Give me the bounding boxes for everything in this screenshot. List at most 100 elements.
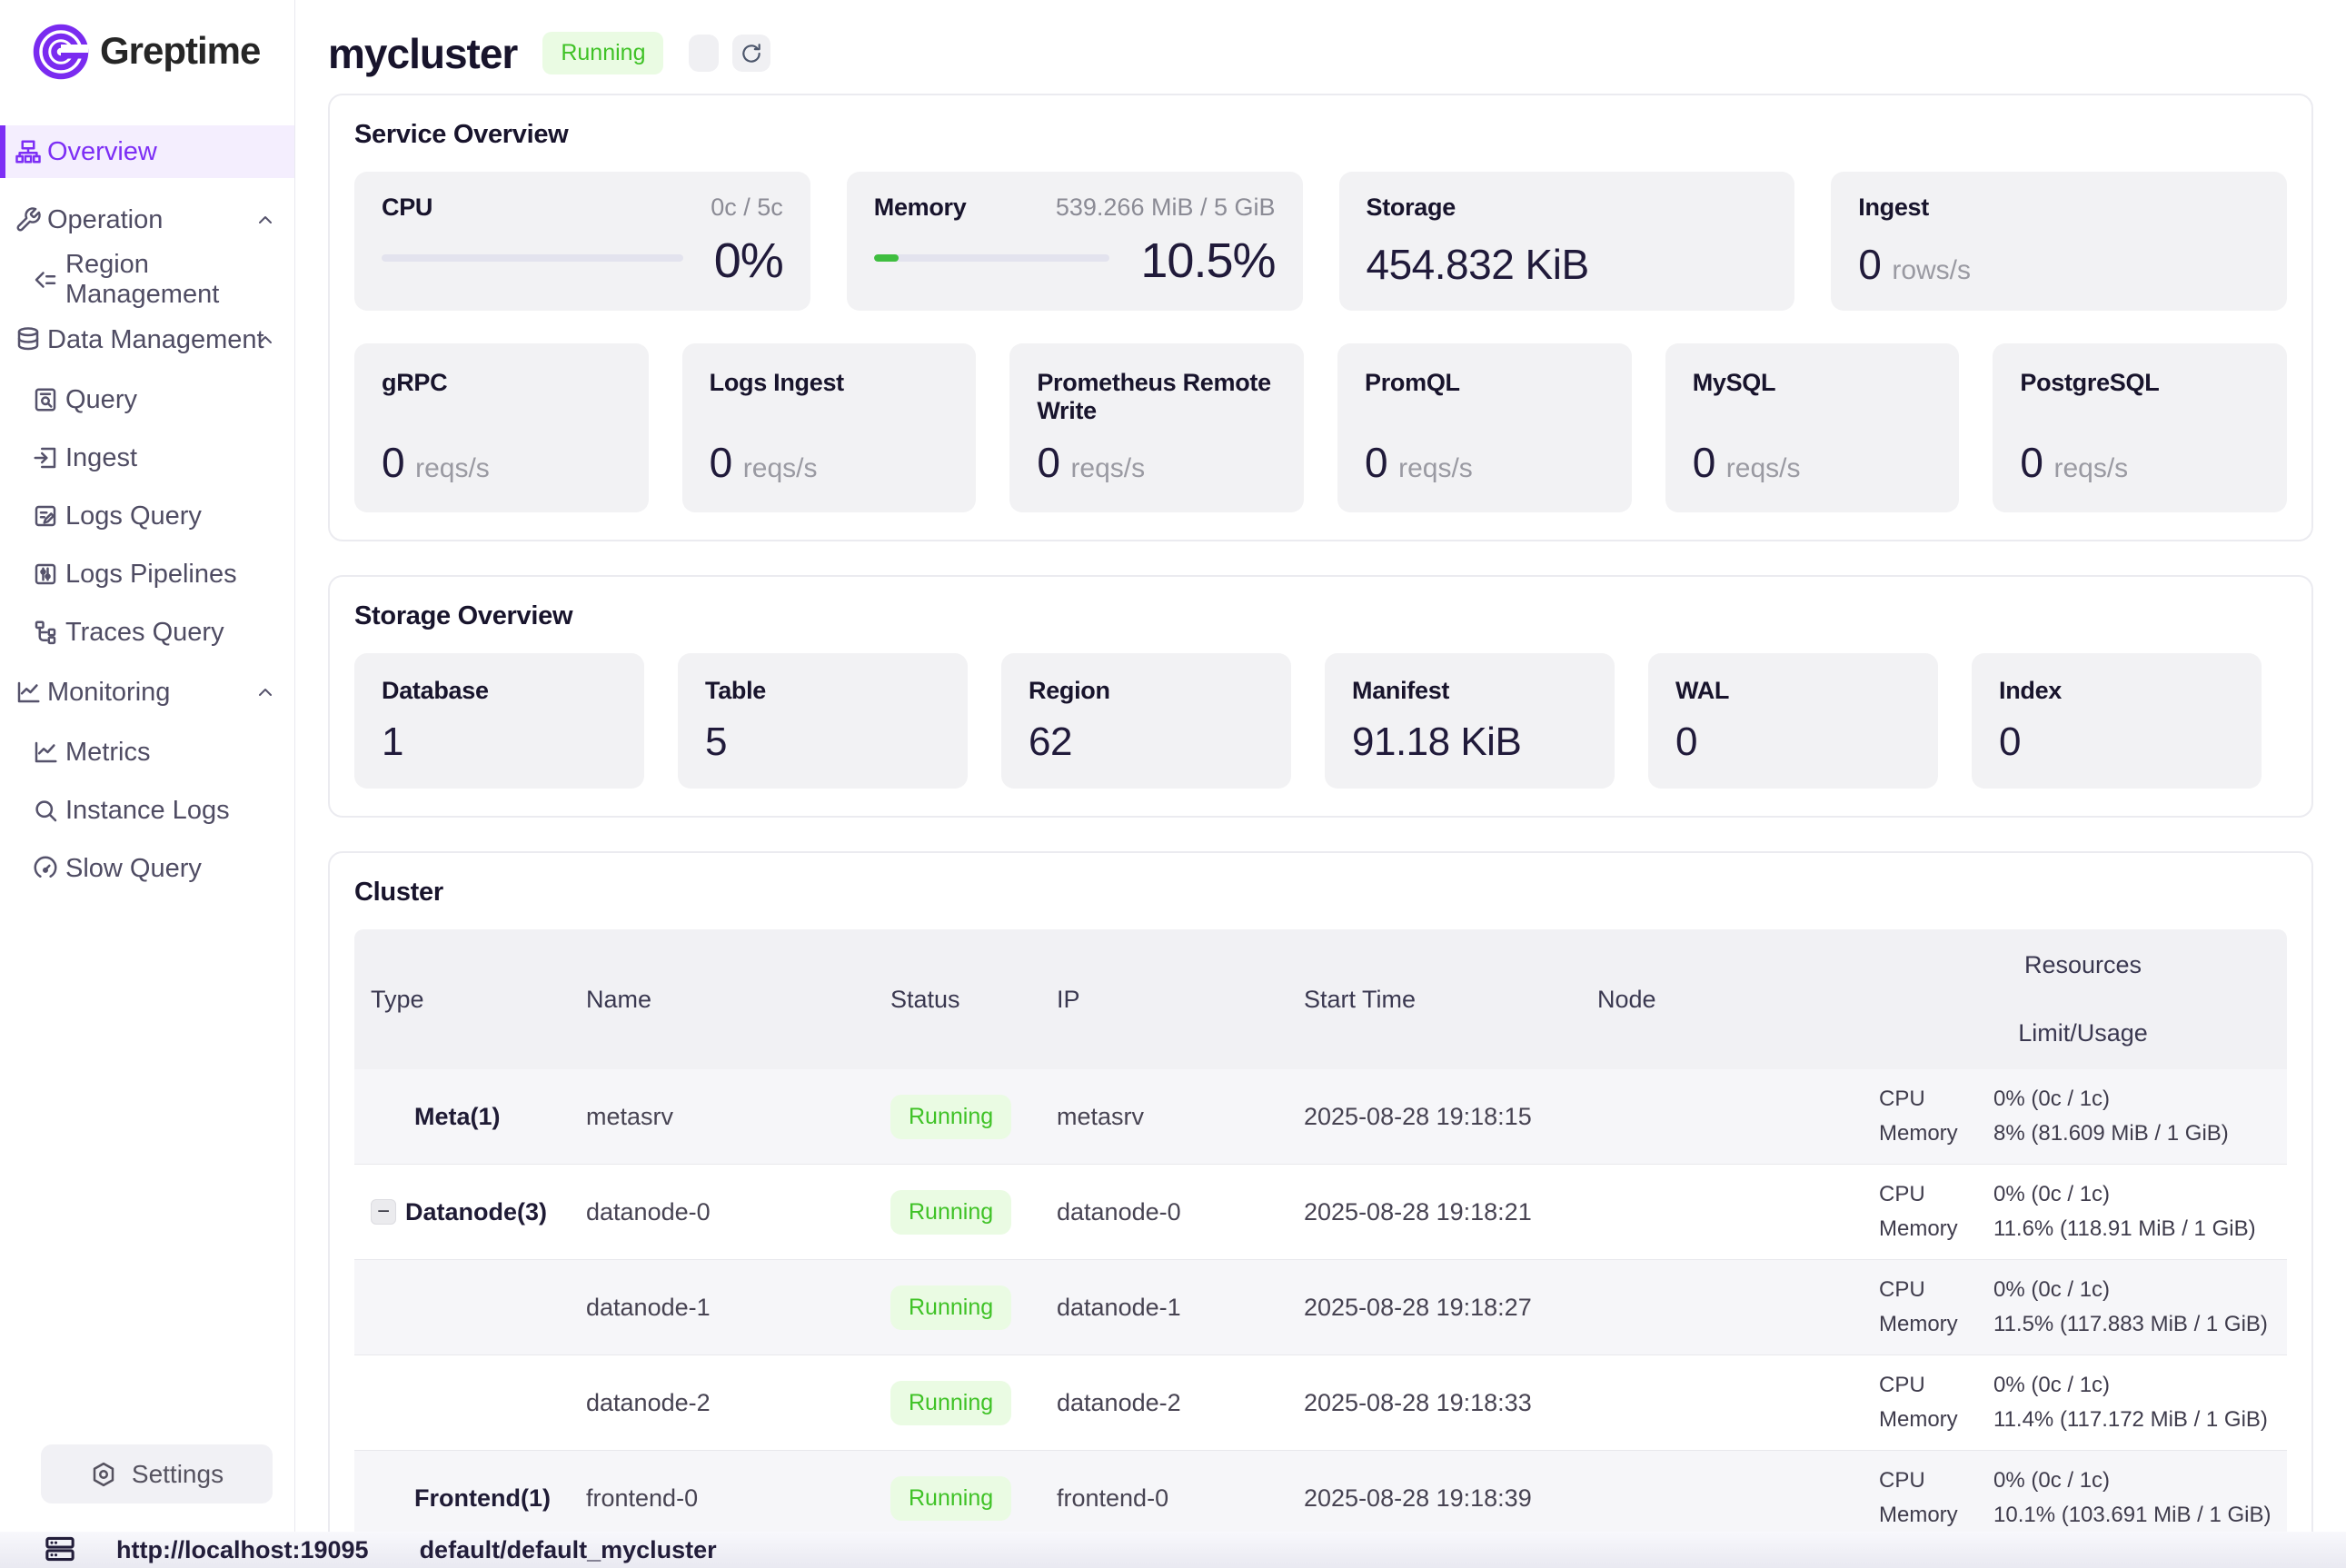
sidebar-item-query[interactable]: Query [0,371,294,429]
region-value: 62 [1029,719,1264,765]
sidebar-item-monitoring[interactable]: Monitoring [0,661,294,723]
mysql-card-title: MySQL [1693,369,1933,397]
cluster-action-button[interactable] [689,35,719,72]
storage-card: Storage 454.832 KiB [1339,172,1795,311]
table-value: 5 [705,719,940,765]
cpu-label: CPU [1879,1373,1993,1398]
ingest-card-title: Ingest [1858,194,2260,222]
wrench-icon [15,206,42,233]
sidebar-item-label: Instance Logs [65,796,230,826]
search-icon [32,797,59,824]
settings-label: Settings [132,1460,224,1489]
sidebar-item-label: Traces Query [65,618,224,648]
grpc-card-title: gRPC [382,369,621,397]
ingest-unit: rows/s [1892,255,1971,286]
cluster-status-badge: Running [542,32,663,74]
table-row-metasrv: Meta(1) metasrv Running metasrv 2025-08-… [354,1069,2287,1165]
wal-value: 0 [1675,719,1911,765]
sidebar-item-label: Ingest [65,443,137,473]
tree-icon [32,619,59,646]
row-start-time: 2025-08-28 19:18:27 [1304,1294,1597,1322]
promql-value: 0 [1365,438,1387,487]
cpu-label: CPU [1879,1277,1993,1303]
row-resources: CPU0% (0c / 1c) Memory11.4% (117.172 MiB… [1879,1373,2287,1433]
row-status-badge: Running [890,1285,1011,1330]
memory-usage: 11.4% (117.172 MiB / 1 GiB) [1993,1407,2287,1433]
logs-ingest-value: 0 [710,438,732,487]
row-type: Datanode(3) [405,1198,547,1226]
storage-value: 454.832 KiB [1367,240,1768,289]
manifest-card: Manifest 91.18 KiB [1325,653,1615,789]
row-resources: CPU0% (0c / 1c) Memory8% (81.609 MiB / 1… [1879,1087,2287,1146]
brand: Greptime [0,0,294,87]
sidebar-item-label: Metrics [65,738,150,768]
row-status-badge: Running [890,1190,1011,1235]
sidebar-item-traces-query[interactable]: Traces Query [0,603,294,661]
sidebar-item-label: Monitoring [47,678,170,708]
sliders-icon [32,561,59,588]
collapse-datanode-group-button[interactable]: − [371,1199,396,1225]
cpu-usage: 0% (0c / 1c) [1993,1373,2287,1398]
sidebar-item-region-management[interactable]: Region Management [0,251,294,309]
col-resources-label: Resources [1879,951,2287,979]
sidebar-nav: Overview Operation Region Management Dat… [0,125,294,898]
sidebar-item-label: Operation [47,205,163,235]
wal-card: WAL 0 [1648,653,1938,789]
promql-card: PromQL 0reqs/s [1337,343,1632,512]
database-icon [15,326,42,353]
mysql-card: MySQL 0reqs/s [1665,343,1960,512]
page-title: mycluster [328,29,517,78]
sidebar-item-logs-query[interactable]: Logs Query [0,487,294,545]
database-card-title: Database [382,677,617,705]
memory-usage: 11.6% (118.91 MiB / 1 GiB) [1993,1216,2287,1242]
cpu-usage: 0% (0c / 1c) [1993,1468,2287,1494]
col-name: Name [586,986,890,1014]
doc-search-icon [32,386,59,413]
row-ip: datanode-1 [1057,1294,1304,1322]
sidebar-item-label: Logs Pipelines [65,560,237,590]
manifest-card-title: Manifest [1352,677,1587,705]
settings-button[interactable]: Settings [41,1444,273,1503]
sitemap-icon [15,138,42,165]
memory-usage: 8% (81.609 MiB / 1 GiB) [1993,1121,2287,1146]
row-name: datanode-1 [586,1294,890,1322]
table-row-datanode-0: − Datanode(3) datanode-0 Running datanod… [354,1165,2287,1260]
memory-percent: 10.5% [1140,233,1275,289]
cpu-percent: 0% [714,233,783,289]
sidebar-item-slow-query[interactable]: Slow Query [0,839,294,898]
sidebar-item-logs-pipelines[interactable]: Logs Pipelines [0,545,294,603]
sidebar-item-label: Region Management [65,250,294,310]
doc-edit-icon [32,502,59,530]
index-card-title: Index [1999,677,2234,705]
sidebar-item-overview[interactable]: Overview [0,125,294,178]
refresh-button[interactable] [732,35,770,72]
memory-label: Memory [1879,1312,1993,1337]
statusbar-url: http://localhost:19095 [116,1536,369,1564]
sidebar-item-label: Data Management [47,325,264,355]
col-node: Node [1597,986,1879,1014]
row-status-badge: Running [890,1476,1011,1521]
cpu-label: CPU [1879,1468,1993,1494]
gear-icon [90,1461,117,1488]
table-row-datanode-1: datanode-1 Running datanode-1 2025-08-28… [354,1260,2287,1355]
sidebar-item-ingest[interactable]: Ingest [0,429,294,487]
region-card: Region 62 [1001,653,1291,789]
memory-progress-track [874,254,1110,262]
sidebar-item-operation[interactable]: Operation [0,189,294,251]
sidebar-item-metrics[interactable]: Metrics [0,723,294,781]
database-card: Database 1 [354,653,644,789]
chart-line-icon [15,679,42,706]
brand-name: Greptime [100,29,260,73]
sidebar-item-data-management[interactable]: Data Management [0,309,294,371]
table-card-title: Table [705,677,940,705]
greptime-logo-icon [31,19,91,83]
sidebar-item-label: Overview [47,137,157,167]
postgresql-value: 0 [2020,438,2043,487]
col-ip: IP [1057,986,1304,1014]
cpu-card: CPU 0c / 5c 0% [354,172,810,311]
grpc-value: 0 [382,438,404,487]
memory-label: Memory [1879,1121,1993,1146]
sidebar-item-instance-logs[interactable]: Instance Logs [0,781,294,839]
memory-limit: 539.266 MiB / 5 GiB [1056,194,1276,222]
database-value: 1 [382,719,617,765]
